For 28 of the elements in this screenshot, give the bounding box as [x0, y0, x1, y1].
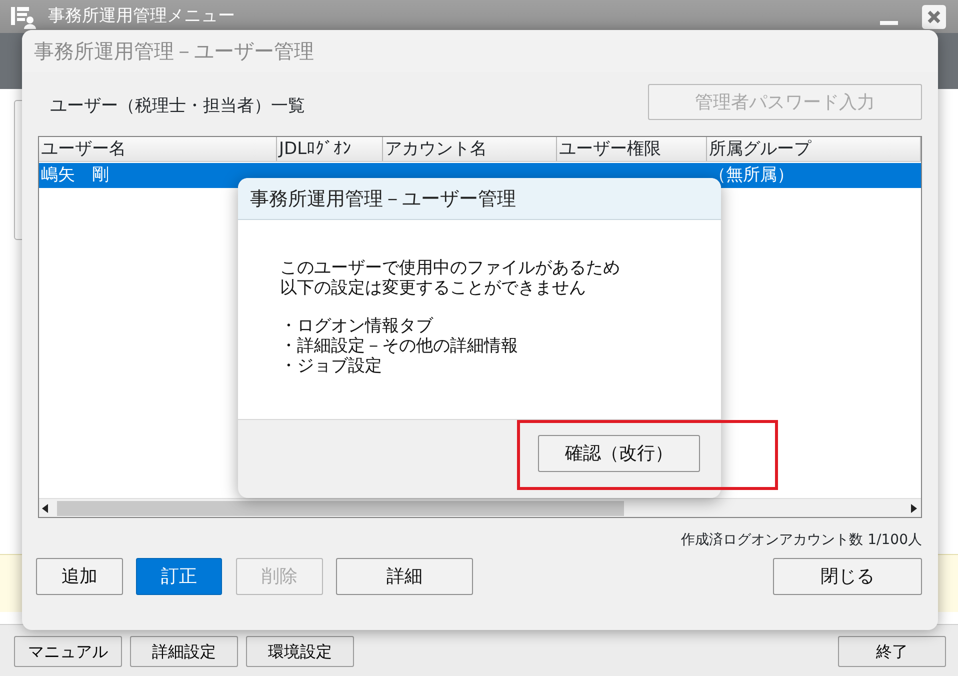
list-label: ユーザー（税理士・担当者）一覧: [50, 95, 305, 118]
action-button[interactable]: 訂正: [136, 558, 222, 595]
close-button[interactable]: 閉じる: [773, 558, 922, 595]
scroll-right-icon[interactable]: [911, 504, 917, 513]
window-title: 事務所運用管理メニュー: [48, 4, 235, 28]
close-icon[interactable]: [922, 5, 946, 29]
column-header[interactable]: ユーザー権限: [557, 137, 707, 161]
scroll-left-icon[interactable]: [42, 504, 48, 513]
footer-button[interactable]: マニュアル: [14, 636, 122, 667]
column-header[interactable]: アカウント名: [383, 137, 557, 161]
list-item: ・詳細設定－その他の詳細情報: [280, 336, 519, 356]
column-header[interactable]: JDLﾛｸﾞｵﾝ: [277, 137, 383, 161]
message-text: このユーザーで使用中のファイルがあるため 以下の設定は変更することができません: [280, 258, 621, 298]
footer-button[interactable]: 環境設定: [246, 636, 354, 667]
account-count: 作成済ログオンアカウント数 1/100人: [681, 531, 922, 550]
column-header[interactable]: 所属グループ: [707, 137, 921, 161]
column-header[interactable]: ユーザー名: [39, 137, 277, 161]
list-item: ・ログオン情報タブ: [280, 316, 434, 336]
list-item: ・ジョブ設定: [280, 356, 383, 376]
scrollbar-thumb[interactable]: [57, 501, 624, 516]
footer-button[interactable]: 詳細設定: [130, 636, 238, 667]
footer-button[interactable]: 終了: [838, 636, 946, 667]
app-icon: [10, 4, 36, 28]
confirm-button[interactable]: 確認（改行）: [538, 435, 700, 472]
action-button[interactable]: 詳細: [336, 558, 473, 595]
dialog-title: 事務所運用管理－ユーザー管理: [22, 30, 938, 72]
dialog-title: 事務所運用管理－ユーザー管理: [238, 178, 721, 220]
action-button[interactable]: 追加: [36, 558, 123, 595]
